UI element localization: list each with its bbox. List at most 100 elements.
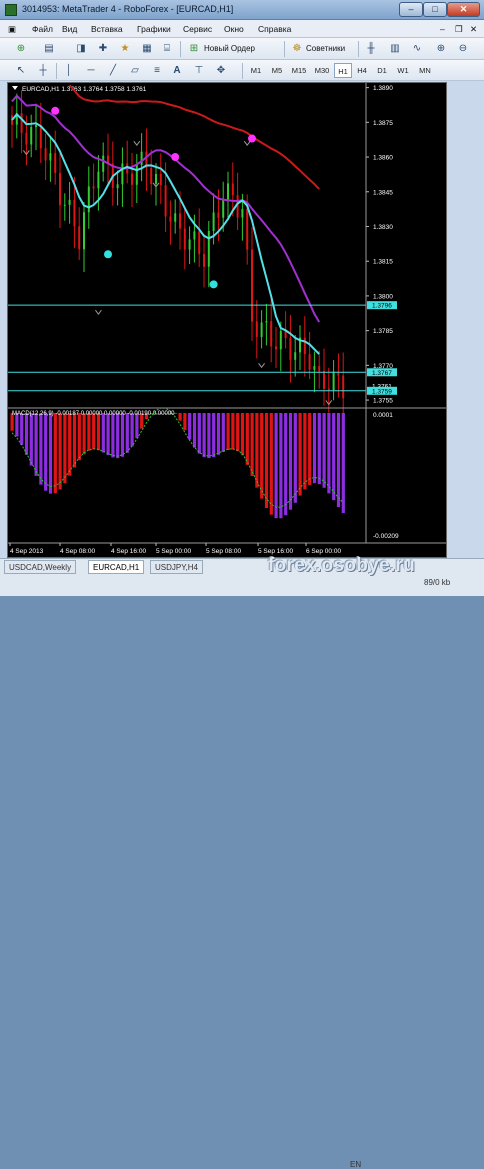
macd-bar: [264, 413, 269, 508]
candle-body: [164, 185, 167, 217]
minimize-button[interactable]: –: [399, 2, 423, 17]
macd-bar: [308, 413, 312, 485]
tab-usdjpy-h4[interactable]: USDJPY,H4: [150, 560, 203, 574]
macd-bar: [96, 413, 101, 451]
arrows-icon[interactable]: ✥: [214, 64, 228, 78]
label-icon[interactable]: ⊤: [192, 64, 206, 78]
menu-view[interactable]: Вид: [62, 24, 77, 34]
macd-label: MACD(12,26,9) -0.00187 0.00000 0.00000 -…: [12, 411, 175, 417]
terminal-icon[interactable]: ▦: [140, 42, 154, 56]
time-tick-label: 5 Sep 08:00: [206, 548, 241, 555]
menu-tools[interactable]: Сервис: [183, 24, 212, 34]
mdi-minimize-button[interactable]: –: [440, 24, 445, 34]
language-indicator[interactable]: EN: [350, 1160, 361, 1169]
menu-window[interactable]: Окно: [224, 24, 244, 34]
vertical-line-icon[interactable]: │: [62, 64, 76, 78]
menu-file[interactable]: Файл: [32, 24, 53, 34]
macd-bar: [336, 413, 341, 508]
text-icon[interactable]: A: [170, 64, 184, 78]
mdi-close-button[interactable]: ✕: [470, 24, 477, 35]
macd-bar: [48, 413, 53, 494]
candle-body: [92, 186, 95, 189]
macd-bar: [332, 413, 336, 501]
candle-body: [54, 153, 57, 173]
macd-bar: [284, 413, 288, 516]
separator: [284, 41, 285, 57]
timeframe-h1[interactable]: H1: [334, 63, 352, 78]
candle-body: [236, 195, 239, 218]
navigator-icon[interactable]: ★: [118, 42, 132, 56]
timeframe-m5[interactable]: M5: [267, 63, 287, 78]
candle-body: [39, 125, 42, 149]
macd-bar: [68, 413, 72, 476]
macd-bar: [317, 413, 321, 485]
price-chart[interactable]: EURCAD,H1 1.3763 1.3764 1.3758 1.3761 1.…: [8, 83, 447, 558]
expert-advisors-button[interactable]: Советники: [306, 41, 345, 57]
channel-icon[interactable]: ▱: [128, 64, 142, 78]
candle-body: [78, 226, 81, 250]
new-order-icon[interactable]: ⊞: [187, 42, 201, 56]
timeframe-m1[interactable]: M1: [246, 63, 266, 78]
macd-bar: [125, 413, 129, 453]
macd-bar: [312, 413, 317, 484]
tab-eurcad-h1[interactable]: EURCAD,H1: [88, 560, 145, 574]
data-window-icon[interactable]: ✚: [96, 42, 110, 56]
timeframe-d1[interactable]: D1: [372, 63, 392, 78]
menu-charts[interactable]: Графики: [137, 24, 171, 34]
candle-body: [303, 337, 306, 355]
macd-bar: [236, 413, 240, 452]
candle-body: [270, 321, 273, 347]
candle-body: [102, 155, 105, 172]
macd-bar: [111, 413, 115, 458]
time-tick-label: 4 Sep 16:00: [111, 548, 146, 555]
candles: [11, 90, 345, 417]
mdi-restore-button[interactable]: ❐: [455, 24, 463, 35]
candle-body: [246, 209, 249, 250]
zoom-out-icon[interactable]: ⊖: [456, 42, 470, 56]
candlestick-icon[interactable]: ▥: [388, 42, 402, 56]
macd-bar: [188, 413, 192, 440]
horizontal-line-icon[interactable]: ─: [84, 64, 98, 78]
separator: [180, 41, 181, 57]
macd-bar: [34, 413, 38, 476]
timeframe-m15[interactable]: M15: [288, 63, 310, 78]
chart-window[interactable]: EURCAD,H1 1.3763 1.3764 1.3758 1.3761 1.…: [7, 82, 447, 558]
menu-insert[interactable]: Вставка: [91, 24, 123, 34]
menu-help[interactable]: Справка: [258, 24, 291, 34]
candle-body: [308, 354, 311, 370]
candle-body: [63, 204, 66, 206]
fractal-arrow: [258, 363, 265, 369]
timeframe-m30[interactable]: M30: [311, 63, 333, 78]
crosshair-icon[interactable]: ┼: [36, 64, 50, 78]
candle-body: [68, 199, 71, 205]
macd-bar: [207, 413, 211, 459]
tab-usdcad-weekly[interactable]: USDCAD,Weekly: [4, 560, 77, 574]
chart-collapse-icon[interactable]: [12, 86, 18, 90]
timeframe-w1[interactable]: W1: [393, 63, 413, 78]
timeframe-h4[interactable]: H4: [353, 63, 371, 78]
trendline-icon[interactable]: ╱: [106, 64, 120, 78]
strategy-tester-icon[interactable]: ⌸: [160, 42, 174, 56]
macd-bar: [77, 413, 81, 461]
expert-advisors-icon[interactable]: ☸: [290, 42, 304, 56]
fibonacci-icon[interactable]: ≡: [150, 64, 164, 78]
candle-body: [313, 366, 316, 370]
bar-chart-icon[interactable]: ╫: [364, 42, 378, 56]
price-level-label: 1.3759: [372, 388, 392, 395]
menu-icon[interactable]: ▣: [8, 24, 16, 35]
signal-dot: [104, 250, 112, 259]
timeframe-mn[interactable]: MN: [414, 63, 436, 78]
close-button[interactable]: ✕: [447, 2, 480, 17]
price-tick-label: 1.3830: [373, 224, 393, 231]
new-order-button[interactable]: Новый Ордер: [204, 41, 255, 57]
profiles-icon[interactable]: ▤: [42, 42, 56, 56]
cursor-icon[interactable]: ↖: [14, 64, 28, 78]
price-tick-label: 1.3860: [373, 155, 393, 162]
maximize-button[interactable]: □: [423, 2, 447, 17]
new-chart-icon[interactable]: ⊕: [14, 42, 28, 56]
macd-bar: [82, 413, 86, 455]
line-chart-icon[interactable]: ∿: [410, 42, 424, 56]
market-watch-icon[interactable]: ◨: [74, 42, 88, 56]
candle-body: [251, 249, 253, 322]
zoom-in-icon[interactable]: ⊕: [434, 42, 448, 56]
